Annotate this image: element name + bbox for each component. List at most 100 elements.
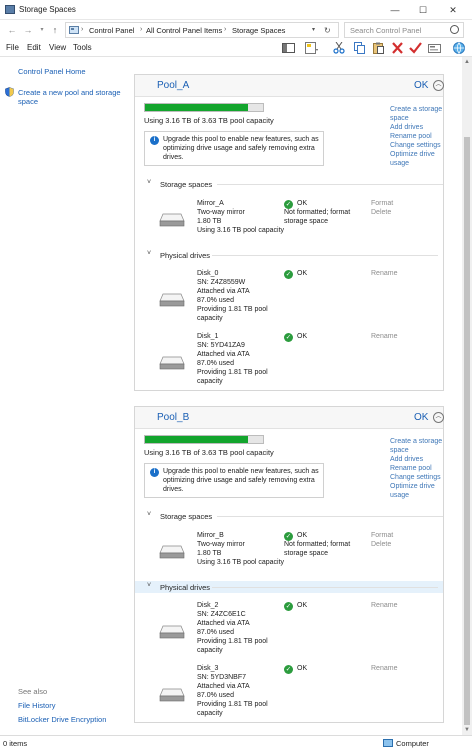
minimize-button[interactable]: — bbox=[384, 0, 406, 20]
physical-drive-item[interactable]: Disk_0 SN: Z4Z8559W Attached via ATA 87.… bbox=[135, 269, 443, 327]
storage-spaces-section-header[interactable]: ˅ Storage spaces bbox=[135, 178, 443, 190]
storage-space-name: Mirror_B bbox=[197, 532, 224, 539]
pool-header[interactable]: Pool_A OK ︿ bbox=[135, 75, 444, 97]
checkmark-icon[interactable] bbox=[409, 42, 422, 54]
physical-drive-item[interactable]: Disk_1 SN: 5YD41ZA9 Attached via ATA 87.… bbox=[135, 332, 443, 390]
create-storage-space-link[interactable]: Create a storage space bbox=[390, 437, 448, 455]
close-button[interactable]: ✕ bbox=[442, 0, 464, 20]
storage-space-item[interactable]: Mirror_A Two-way mirror 1.80 TB Using 3.… bbox=[135, 199, 443, 237]
drive-name: Disk_0 bbox=[197, 270, 219, 277]
pool-panel: Pool_A OK ︿ Using 3.16 TB of 3.63 TB poo… bbox=[134, 74, 444, 391]
delete-link[interactable]: Delete bbox=[371, 540, 393, 549]
expand-chevron-icon: ˅ bbox=[147, 179, 152, 186]
storage-spaces-section-header[interactable]: ˅ Storage spaces bbox=[135, 510, 443, 522]
drive-icon bbox=[159, 545, 185, 559]
vertical-scrollbar[interactable]: ▲ ▼ bbox=[462, 57, 472, 735]
drive-rename-link[interactable]: Rename bbox=[371, 664, 397, 673]
menu-tools[interactable]: Tools bbox=[73, 43, 92, 52]
maximize-button[interactable]: ☐ bbox=[412, 0, 434, 20]
back-arrow-icon[interactable]: ← bbox=[6, 24, 18, 36]
address-bar[interactable]: › Control Panel › All Control Panel Item… bbox=[65, 22, 339, 38]
add-drives-link[interactable]: Add drives bbox=[390, 123, 448, 132]
forward-arrow-icon[interactable]: → bbox=[22, 24, 34, 36]
format-link[interactable]: Format bbox=[371, 199, 393, 208]
rename-pool-link[interactable]: Rename pool bbox=[390, 464, 448, 473]
drive-status: OK bbox=[297, 270, 308, 277]
delete-icon[interactable] bbox=[391, 42, 404, 54]
drive-icon bbox=[159, 688, 185, 702]
format-link[interactable]: Format bbox=[371, 531, 393, 540]
search-icon bbox=[450, 25, 459, 34]
create-storage-space-link[interactable]: Create a storage space bbox=[390, 105, 448, 123]
upgrade-notice[interactable]: i Upgrade this pool to enable new featur… bbox=[144, 463, 324, 498]
properties-icon[interactable] bbox=[428, 42, 441, 54]
drive-name: Disk_3 bbox=[197, 665, 219, 672]
delete-link[interactable]: Delete bbox=[371, 208, 393, 217]
storage-spaces-label: Storage spaces bbox=[160, 512, 213, 521]
change-settings-link[interactable]: Change settings bbox=[390, 141, 448, 150]
pool-status: OK bbox=[414, 80, 429, 91]
optimize-drive-usage-link[interactable]: Optimize drive usage bbox=[390, 150, 448, 168]
pool-header[interactable]: Pool_B OK ︿ bbox=[135, 407, 444, 429]
up-arrow-icon[interactable]: ↑ bbox=[49, 24, 61, 36]
breadcrumb-control-panel[interactable]: Control Panel bbox=[89, 26, 134, 35]
optimize-drive-usage-link[interactable]: Optimize drive usage bbox=[390, 482, 448, 500]
collapse-chevron-icon[interactable]: ︿ bbox=[433, 80, 444, 91]
cut-icon[interactable] bbox=[333, 42, 346, 54]
storage-space-name: Mirror_A bbox=[197, 200, 224, 207]
window-title: Storage Spaces bbox=[19, 5, 76, 14]
address-dropdown-chevron-icon[interactable]: ▾ bbox=[312, 26, 315, 33]
layout-pane-icon[interactable] bbox=[282, 42, 295, 54]
copy-icon[interactable] bbox=[353, 42, 366, 54]
drive-serial: SN: Z4Z8559W bbox=[197, 279, 246, 286]
refresh-icon[interactable]: ↻ bbox=[324, 26, 331, 35]
collapse-chevron-icon[interactable]: ︿ bbox=[433, 412, 444, 423]
drive-rename-link[interactable]: Rename bbox=[371, 332, 397, 341]
scrollbar-thumb[interactable] bbox=[464, 137, 470, 725]
status-bar: 0 items Computer bbox=[0, 735, 472, 750]
control-panel-home-link[interactable]: Control Panel Home bbox=[18, 67, 86, 76]
views-icon[interactable] bbox=[305, 42, 318, 54]
change-settings-link[interactable]: Change settings bbox=[390, 473, 448, 482]
menu-file[interactable]: File bbox=[6, 43, 19, 52]
menu-edit[interactable]: Edit bbox=[27, 43, 41, 52]
section-divider bbox=[212, 587, 438, 588]
upgrade-notice[interactable]: i Upgrade this pool to enable new featur… bbox=[144, 131, 324, 166]
drive-used: 87.0% used bbox=[197, 629, 234, 636]
pool-actions: Create a storage space Add drives Rename… bbox=[390, 437, 448, 500]
drive-status-block: OK bbox=[284, 269, 307, 278]
drive-rename-link[interactable]: Rename bbox=[371, 601, 397, 610]
search-input[interactable]: Search Control Panel bbox=[344, 22, 464, 38]
physical-drives-section-header[interactable]: ˅ Physical drives bbox=[135, 249, 443, 261]
storage-space-item[interactable]: Mirror_B Two-way mirror 1.80 TB Using 3.… bbox=[135, 531, 443, 569]
pool-usage-text: Using 3.16 TB of 3.63 TB pool capacity bbox=[144, 448, 274, 457]
recent-locations-chevron-icon[interactable]: ▾ bbox=[36, 24, 48, 36]
drive-status-block: OK bbox=[284, 664, 307, 673]
pool-capacity-bar bbox=[144, 103, 264, 112]
add-drives-link[interactable]: Add drives bbox=[390, 455, 448, 464]
info-icon: i bbox=[150, 468, 159, 477]
drive-icon bbox=[159, 625, 185, 639]
drive-rename-link[interactable]: Rename bbox=[371, 269, 397, 278]
drive-providing: Providing 1.81 TB pool capacity bbox=[197, 638, 268, 654]
drive-serial: SN: 5YD3NBF7 bbox=[197, 674, 247, 681]
bitlocker-link[interactable]: BitLocker Drive Encryption bbox=[18, 715, 106, 724]
menu-view[interactable]: View bbox=[49, 43, 66, 52]
rename-pool-link[interactable]: Rename pool bbox=[390, 132, 448, 141]
scroll-down-arrow-icon[interactable]: ▼ bbox=[462, 727, 472, 733]
drive-attached: Attached via ATA bbox=[197, 683, 250, 690]
file-history-link[interactable]: File History bbox=[18, 701, 56, 710]
create-pool-link[interactable]: Create a new pool and storage space bbox=[18, 88, 128, 106]
physical-drive-item[interactable]: Disk_2 SN: Z4ZC6E1C Attached via ATA 87.… bbox=[135, 601, 443, 659]
paste-icon[interactable] bbox=[372, 42, 385, 54]
breadcrumb-storage-spaces[interactable]: Storage Spaces bbox=[232, 26, 285, 35]
pool-actions: Create a storage space Add drives Rename… bbox=[390, 105, 448, 168]
physical-drives-section-header[interactable]: ˅ Physical drives bbox=[135, 581, 443, 593]
breadcrumb-all-items[interactable]: All Control Panel Items bbox=[146, 26, 222, 35]
globe-icon[interactable] bbox=[452, 42, 466, 54]
item-count: 0 items bbox=[3, 739, 28, 748]
drive-status-block: OK bbox=[284, 601, 307, 610]
scroll-up-arrow-icon[interactable]: ▲ bbox=[462, 59, 472, 65]
title-bar: Storage Spaces — ☐ ✕ bbox=[0, 0, 472, 20]
physical-drive-item[interactable]: Disk_3 SN: 5YD3NBF7 Attached via ATA 87.… bbox=[135, 664, 443, 722]
